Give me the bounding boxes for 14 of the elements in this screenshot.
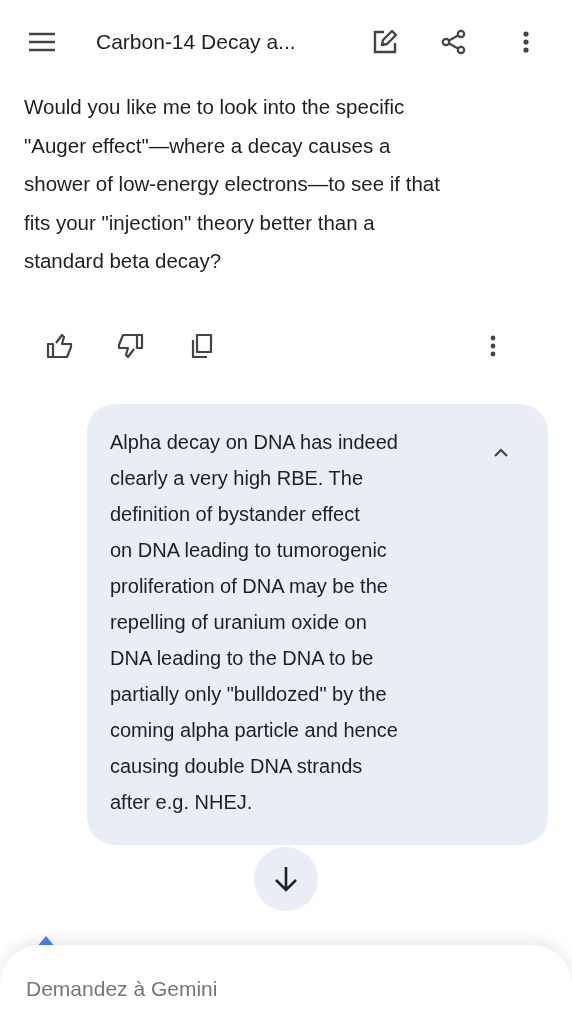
user-message-text: Alpha decay on DNA has indeed clearly a very high RBE. The definition of bystander effect on DNA leading to tumorogenic proliferation of DNA may be the repelling of uranium oxide on DNA leading to the DNA to be partially only "bulldozed" by the coming alpha particle and hence causing double DNA strands after e.g. NHEJ.	[110, 429, 399, 815]
caret-icon[interactable]	[493, 447, 509, 458]
thumbs-up-icon[interactable]	[46, 332, 74, 359]
share-icon[interactable]	[441, 29, 467, 55]
more-icon[interactable]	[489, 334, 497, 357]
arrow-down-icon	[273, 864, 299, 893]
chat-title: Carbon-14 Decay a...	[96, 30, 297, 54]
response-text: Would you like me to look into the specific "Auger effect"—where a decay causes a shower of low-energy electrons—to see if that fits your "injection" theory better than a standard beta decay?	[24, 94, 441, 274]
menu-icon[interactable]	[28, 31, 56, 53]
more-icon[interactable]	[522, 31, 530, 53]
copy-icon[interactable]	[190, 332, 214, 359]
edit-icon[interactable]	[372, 29, 398, 55]
input-field[interactable]: Demandez à Gemini	[26, 977, 426, 1001]
thumbs-down-icon[interactable]	[116, 332, 144, 359]
